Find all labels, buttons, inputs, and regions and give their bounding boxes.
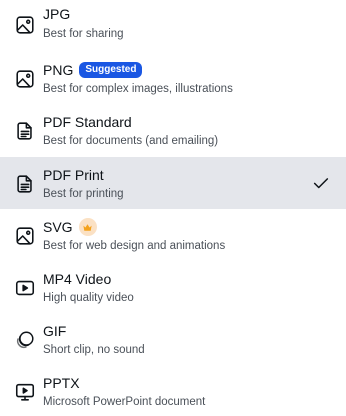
option-title: JPG: [43, 6, 71, 22]
crown-icon: [78, 218, 97, 236]
option-subtitle: Microsoft PowerPoint document: [43, 396, 206, 408]
file-type-option-png[interactable]: PNG Suggested Best for complex images, i…: [0, 52, 346, 104]
document-icon: [14, 120, 36, 142]
option-title: SVG: [43, 219, 73, 235]
title-row: PDF Print: [43, 165, 104, 185]
checkmark-icon: [312, 174, 330, 192]
presentation-icon: [14, 381, 36, 403]
document-icon: [14, 173, 36, 195]
file-type-option-pptx[interactable]: PPTX Microsoft PowerPoint document: [0, 365, 346, 416]
file-type-option-svg[interactable]: SVG Best for web design and animations: [0, 209, 346, 261]
title-row: PNG Suggested: [43, 60, 143, 80]
image-icon: [14, 225, 36, 247]
option-subtitle: Best for printing: [43, 188, 124, 200]
option-subtitle: Best for complex images, illustrations: [43, 83, 233, 95]
option-subtitle: Best for web design and animations: [43, 240, 226, 252]
option-title: PDF Standard: [43, 114, 132, 130]
file-type-option-mp4[interactable]: MP4 Video High quality video: [0, 261, 346, 313]
title-row: MP4 Video: [43, 269, 111, 289]
gif-icon: [14, 329, 36, 351]
file-type-option-pdf-standard[interactable]: PDF Standard Best for documents (and ema…: [0, 104, 346, 156]
option-title: PPTX: [43, 375, 80, 391]
option-title: MP4 Video: [43, 271, 112, 287]
file-type-option-jpg[interactable]: JPG Best for sharing: [0, 0, 346, 52]
title-row: PDF Standard: [43, 112, 132, 132]
option-subtitle: Best for documents (and emailing): [43, 135, 219, 147]
option-subtitle: Best for sharing: [43, 28, 124, 40]
option-title: GIF: [43, 323, 67, 339]
file-type-menu: JPG Best for sharing PNG Suggested Best …: [0, 0, 346, 416]
option-title: PNG: [43, 62, 74, 78]
suggested-badge: Suggested: [79, 62, 143, 78]
title-row: SVG: [43, 217, 97, 237]
video-play-icon: [14, 277, 36, 299]
option-title: PDF Print: [43, 167, 104, 183]
title-row: JPG: [43, 4, 70, 24]
file-type-option-pdf-print[interactable]: PDF Print Best for printing: [0, 157, 346, 209]
image-icon: [14, 68, 36, 90]
title-row: GIF: [43, 321, 66, 341]
file-type-option-gif[interactable]: GIF Short clip, no sound: [0, 313, 346, 365]
title-row: PPTX: [43, 373, 80, 393]
image-icon: [14, 14, 36, 36]
option-subtitle: Short clip, no sound: [43, 344, 145, 356]
option-subtitle: High quality video: [43, 292, 134, 304]
